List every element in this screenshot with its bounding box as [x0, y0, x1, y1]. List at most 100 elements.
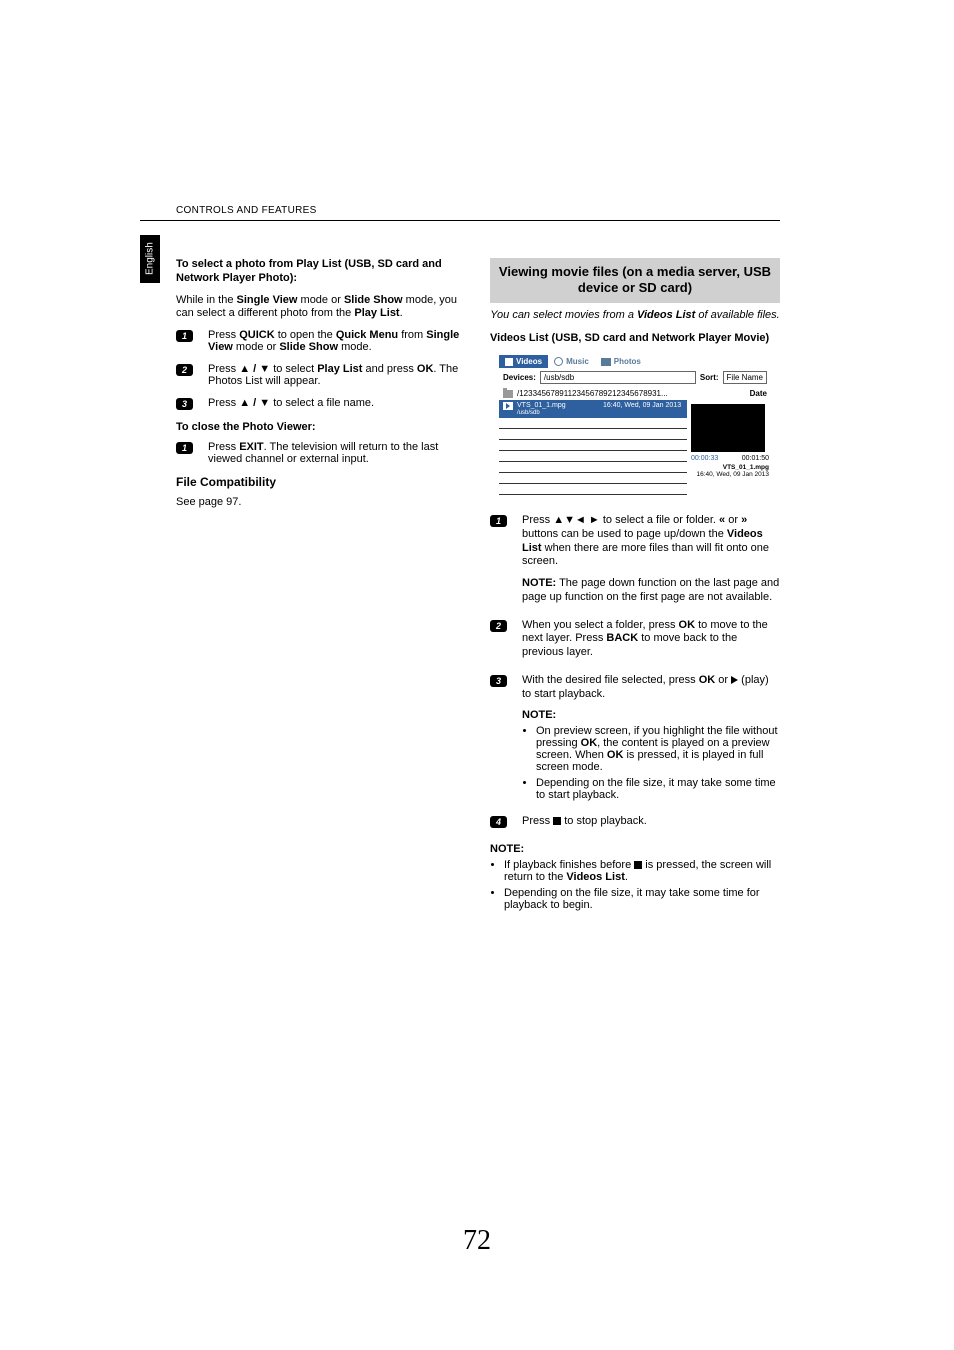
step-badge-r3: 3 — [490, 675, 507, 687]
preview-meta: VTS_01_1.mpg 16:40, Wed, 09 Jan 2013 — [691, 464, 769, 478]
txt: BACK — [606, 632, 638, 644]
step-badge-1b: 1 — [176, 442, 193, 454]
note-label: NOTE: — [522, 577, 556, 589]
txt: OK — [679, 619, 696, 631]
ui-path: /12334567891123456789212345678931... Dat… — [499, 387, 771, 400]
close-step-1-body: Press EXIT. The television will return t… — [208, 441, 466, 465]
video-icon — [505, 358, 513, 366]
videos-list-ui: Videos Music Photos Devices: /usb/sdb So… — [498, 354, 772, 496]
ui-preview: 00:00:33 00:01:50 VTS_01_1.mpg 16:40, We… — [687, 400, 771, 495]
txt: mode or — [233, 341, 279, 353]
txt: EXIT — [239, 441, 263, 453]
list-row — [499, 451, 687, 462]
list-row — [499, 440, 687, 451]
txt: OK — [699, 674, 716, 686]
txt: Music — [566, 357, 589, 366]
txt: QUICK — [239, 329, 274, 341]
meta-date: 16:40, Wed, 09 Jan 2013 — [691, 471, 769, 478]
txt: Videos List — [566, 871, 624, 883]
txt: Press — [208, 397, 239, 409]
txt: buttons can be used to page up/down the — [522, 528, 727, 540]
select-photo-intro: While in the Single View mode or Slide S… — [176, 294, 466, 322]
header-section: CONTROLS AND FEATURES — [176, 205, 317, 216]
list-row — [499, 418, 687, 429]
txt: Single View — [237, 294, 298, 306]
ui-tabs: Videos Music Photos — [499, 355, 771, 368]
path-text: /12334567891123456789212345678931... — [517, 389, 746, 398]
r-step-1: 1 Press ▲▼◄ ► to select a file or folder… — [490, 514, 780, 613]
step-badge-3: 3 — [176, 398, 193, 410]
ui-row-devices: Devices: /usb/sdb Sort: File Name — [499, 368, 771, 387]
folder-icon — [503, 390, 513, 398]
r-step-4-body: Press to stop playback. — [522, 815, 780, 837]
devices-label: Devices: — [503, 373, 536, 382]
step-badge-2: 2 — [176, 364, 193, 376]
time-total: 00:01:50 — [742, 455, 769, 462]
step-badge-r4: 4 — [490, 816, 507, 828]
row-date: 16:40, Wed, 09 Jan 2013 — [603, 402, 681, 416]
txt: when there are more files than will fit … — [522, 542, 769, 568]
header-rule — [140, 220, 780, 221]
close-step-1: 1 Press EXIT. The television will return… — [176, 441, 466, 465]
page-number: 72 — [0, 1225, 954, 1257]
sort-select[interactable]: File Name — [723, 371, 767, 384]
r-step-3: 3 With the desired file selected, press … — [490, 674, 780, 809]
videos-list-heading: Videos List (USB, SD card and Network Pl… — [490, 332, 780, 346]
note-item: Depending on the file size, it may take … — [536, 777, 780, 801]
txt: OK — [607, 749, 624, 761]
txt: If playback finishes before — [504, 859, 634, 871]
up-down-icon: ▲ / ▼ — [239, 363, 270, 375]
txt: Press — [208, 329, 239, 341]
txt: With the desired file selected, press — [522, 674, 699, 686]
txt: You can select movies from a — [490, 309, 637, 321]
list-row — [499, 429, 687, 440]
txt: Press — [522, 514, 553, 526]
note-item: If playback finishes before is pressed, … — [504, 859, 780, 883]
txt: Press — [208, 363, 239, 375]
note-item: On preview screen, if you highlight the … — [536, 725, 780, 773]
play-file-icon — [503, 402, 513, 410]
txt: . — [400, 307, 403, 319]
txt: to select a file name. — [270, 397, 374, 409]
bottom-note-list: If playback finishes before is pressed, … — [490, 859, 780, 911]
txt: Slide Show — [344, 294, 403, 306]
txt: to open the — [275, 329, 336, 341]
note-label: NOTE: — [490, 843, 780, 857]
txt: OK — [581, 737, 598, 749]
txt: Quick Menu — [336, 329, 398, 341]
txt: and press — [362, 363, 416, 375]
page-down-icon: » — [741, 514, 747, 526]
step-3: 3 Press ▲ / ▼ to select a file name. — [176, 397, 466, 411]
list-row — [499, 462, 687, 473]
txt: Photos — [614, 357, 641, 366]
section-title: Viewing movie files (on a media server, … — [490, 258, 780, 303]
txt: Play List — [354, 307, 399, 319]
select-photo-heading: To select a photo from Play List (USB, S… — [176, 258, 466, 286]
close-viewer-heading: To close the Photo Viewer: — [176, 421, 466, 435]
txt: OK — [417, 363, 434, 375]
txt: to stop playback. — [561, 815, 647, 827]
file-compat-heading: File Compatibility — [176, 475, 466, 490]
txt: /usb/sdb — [517, 410, 540, 416]
step-2-body: Press ▲ / ▼ to select Play List and pres… — [208, 363, 466, 387]
list-row-selected[interactable]: VTS_01_1.mpg /usb/sdb 16:40, Wed, 09 Jan… — [499, 400, 687, 418]
tab-photos[interactable]: Photos — [595, 355, 647, 368]
sort-label: Sort: — [700, 373, 719, 382]
txt: Videos — [516, 357, 542, 366]
step-badge-r1: 1 — [490, 515, 507, 527]
txt: . — [625, 871, 628, 883]
up-down-icon: ▲ / ▼ — [239, 397, 270, 409]
txt: to select — [270, 363, 317, 375]
devices-select[interactable]: /usb/sdb — [540, 371, 696, 384]
txt: The page down function on the last page … — [522, 577, 779, 603]
txt: from — [398, 329, 426, 341]
tab-music[interactable]: Music — [548, 355, 595, 368]
step-1-body: Press QUICK to open the Quick Menu from … — [208, 329, 466, 353]
step-badge-1: 1 — [176, 330, 193, 342]
txt: Press — [522, 815, 553, 827]
photo-icon — [601, 358, 611, 366]
preview-time: 00:00:33 00:01:50 — [691, 455, 769, 462]
note-label: NOTE: — [522, 709, 780, 723]
tab-videos[interactable]: Videos — [499, 355, 548, 368]
note-list: On preview screen, if you highlight the … — [522, 725, 780, 801]
